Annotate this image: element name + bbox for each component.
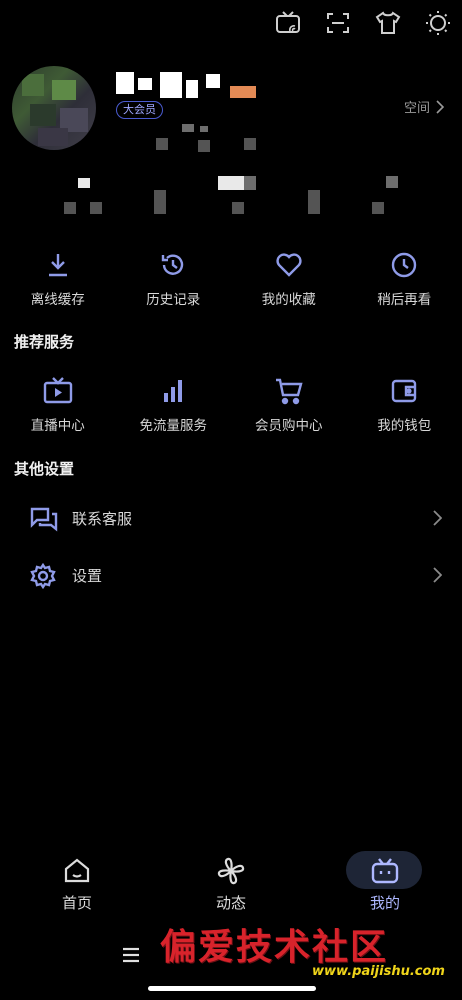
row-settings[interactable]: 设置 bbox=[0, 555, 462, 595]
live-tv-icon bbox=[43, 376, 73, 406]
watermark-text: 偏爱技术社区 bbox=[160, 926, 389, 968]
service-wallet[interactable]: 我的钱包 bbox=[347, 376, 462, 434]
nav-label: 我的 bbox=[369, 894, 400, 912]
nav-home[interactable]: 首页 bbox=[0, 848, 154, 918]
history-icon bbox=[159, 250, 187, 280]
recommended-title: 推荐服务 bbox=[14, 333, 75, 351]
chevron-right-icon bbox=[433, 510, 442, 526]
quick-action-label: 我的收藏 bbox=[261, 292, 316, 308]
signal-bars-icon bbox=[161, 376, 185, 406]
home-icon bbox=[63, 856, 91, 886]
service-vip-shop[interactable]: 会员购中心 bbox=[231, 376, 347, 434]
chevron-right-icon bbox=[433, 567, 442, 583]
service-label: 直播中心 bbox=[30, 418, 85, 434]
download-icon bbox=[46, 250, 70, 280]
gear-icon bbox=[30, 563, 56, 589]
space-label: 空间 bbox=[403, 101, 430, 116]
menu-icon[interactable] bbox=[121, 946, 141, 964]
bilibili-tv-icon bbox=[370, 856, 400, 886]
row-label: 联系客服 bbox=[72, 509, 133, 528]
row-customer-service[interactable]: 联系客服 bbox=[0, 498, 462, 538]
nav-mine[interactable]: 我的 bbox=[308, 848, 462, 918]
nav-label: 首页 bbox=[61, 894, 92, 912]
cart-icon bbox=[274, 376, 304, 406]
theme-sun-icon[interactable] bbox=[422, 8, 454, 38]
bottom-navigation: 首页 动态 我的 bbox=[0, 848, 462, 918]
vip-badge[interactable]: 大会员 bbox=[116, 101, 163, 119]
tv-cast-icon[interactable] bbox=[272, 8, 304, 38]
chevron-right-icon bbox=[436, 99, 444, 114]
service-label: 会员购中心 bbox=[255, 418, 323, 434]
service-live-center[interactable]: 直播中心 bbox=[0, 376, 116, 434]
heart-icon bbox=[275, 250, 303, 280]
chat-icon bbox=[30, 506, 58, 532]
pinwheel-icon bbox=[216, 856, 246, 886]
quick-action-label: 稍后再看 bbox=[377, 292, 432, 308]
scan-icon[interactable] bbox=[322, 8, 354, 38]
tshirt-icon[interactable] bbox=[372, 8, 404, 38]
username-pixelated bbox=[116, 72, 266, 102]
watermark-url: www.paijishu.com bbox=[312, 964, 445, 979]
other-settings-title: 其他设置 bbox=[14, 460, 75, 478]
service-free-data[interactable]: 免流量服务 bbox=[116, 376, 232, 434]
service-label: 免流量服务 bbox=[139, 418, 208, 434]
clock-icon bbox=[390, 250, 418, 280]
home-gesture-bar[interactable] bbox=[148, 986, 316, 991]
nav-dynamic[interactable]: 动态 bbox=[154, 848, 308, 918]
quick-action-watch-later[interactable]: 稍后再看 bbox=[347, 250, 462, 308]
wallet-icon bbox=[390, 376, 418, 406]
quick-action-history[interactable]: 历史记录 bbox=[116, 250, 232, 308]
avatar[interactable] bbox=[12, 66, 96, 150]
top-toolbar bbox=[272, 8, 454, 38]
quick-action-offline-cache[interactable]: 离线缓存 bbox=[0, 250, 116, 308]
service-label: 我的钱包 bbox=[377, 418, 432, 434]
space-link[interactable]: 空间 bbox=[404, 97, 444, 116]
quick-action-favorites[interactable]: 我的收藏 bbox=[231, 250, 347, 308]
quick-action-label: 离线缓存 bbox=[30, 292, 85, 308]
quick-action-label: 历史记录 bbox=[146, 292, 201, 308]
nav-label: 动态 bbox=[215, 894, 246, 912]
quick-actions: 离线缓存 历史记录 我的收藏 稍后再看 bbox=[0, 250, 462, 308]
row-label: 设置 bbox=[72, 566, 103, 585]
recommended-services: 直播中心 免流量服务 会员购中心 我的钱包 bbox=[0, 376, 462, 434]
